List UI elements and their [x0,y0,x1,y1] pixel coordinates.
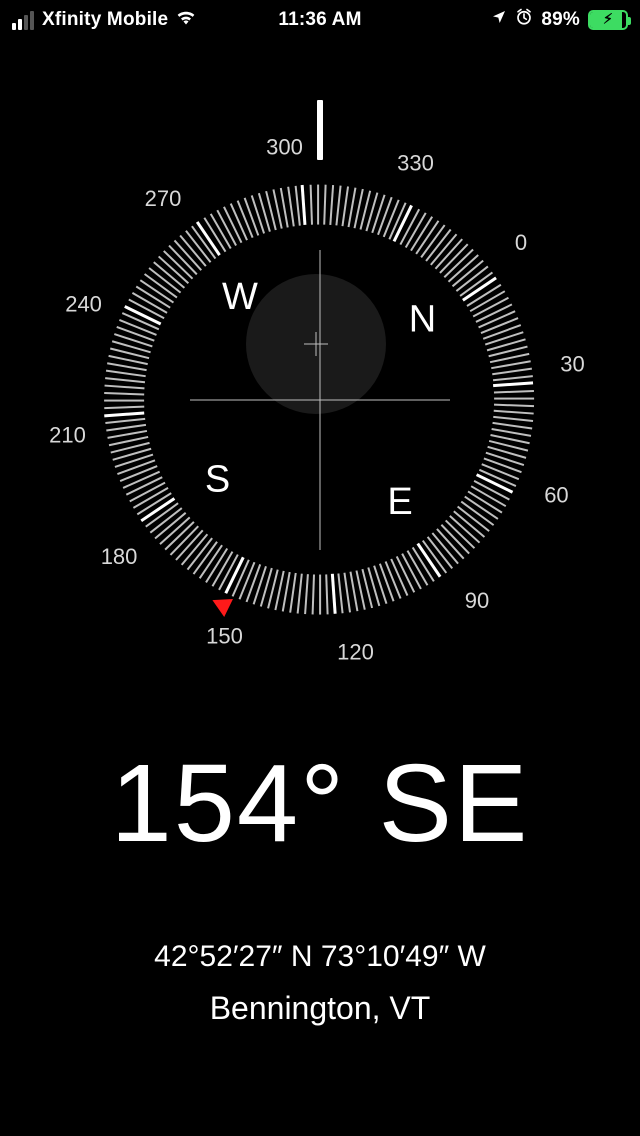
degree-label-120: 120 [337,640,374,666]
degree-label-90: 90 [465,588,489,614]
carrier-label: Xfinity Mobile [42,9,168,31]
level-bubble [246,274,386,414]
degree-label-30: 30 [560,352,584,378]
alarm-clock-icon [515,8,533,32]
battery-charging-icon: ⚡︎ [588,10,628,30]
heading-readout: 154° SE [0,740,640,867]
degree-label-60: 60 [544,483,568,509]
degree-label-330: 330 [397,151,434,177]
status-bar: Xfinity Mobile 11:36 AM 89% ⚡︎ [0,0,640,40]
degree-label-180: 180 [101,544,138,570]
battery-percent: 89% [541,9,580,31]
compass-dial[interactable]: 0306090120150180210240270300330NESW [20,100,620,700]
cardinal-S: S [205,459,230,502]
clock: 11:36 AM [278,9,361,31]
degree-label-150: 150 [206,623,243,649]
degree-label-240: 240 [65,291,102,317]
coordinates-readout: 42°52′27″ N 73°10′49″ W [0,940,640,974]
place-readout: Bennington, VT [0,990,640,1027]
degree-label-300: 300 [266,134,303,160]
cardinal-N: N [409,298,436,341]
degree-label-0: 0 [515,230,527,256]
cardinal-E: E [387,481,412,524]
degree-label-210: 210 [49,422,86,448]
cellular-signal-icon [12,11,34,30]
location-arrow-icon [491,9,507,31]
degree-label-270: 270 [145,186,182,212]
crosshair-vertical [320,250,321,550]
